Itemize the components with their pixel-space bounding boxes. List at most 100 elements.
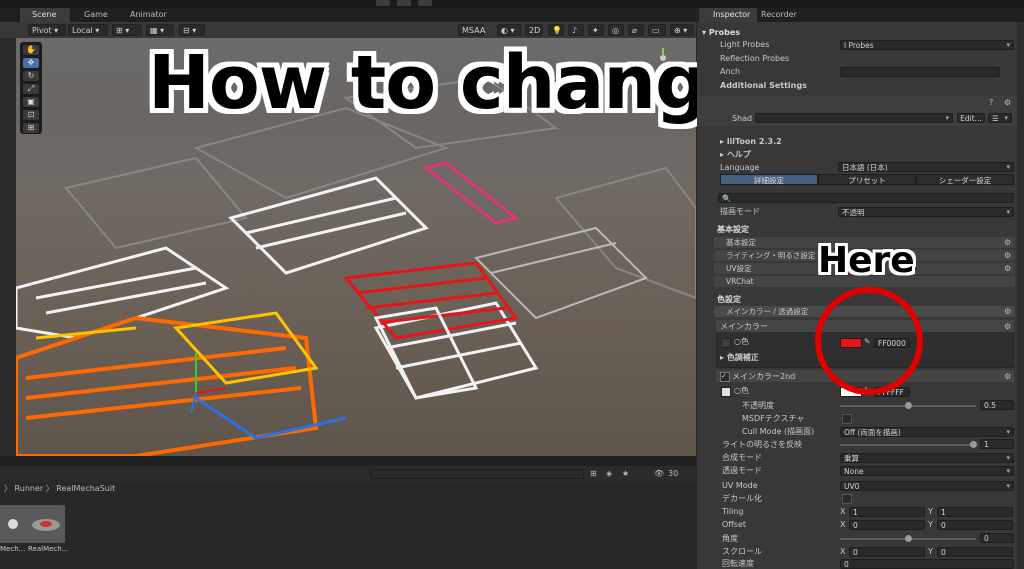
liltoon-version: ▸ lilToon 2.3.2 [720,137,782,146]
edit-shader-button[interactable]: Edit... [957,113,985,123]
section-settings-icon[interactable]: ⚙ [1004,251,1011,260]
local-dropdown[interactable]: Local ▾ [68,24,108,36]
pivot-dropdown[interactable]: Pivot ▾ [28,24,66,36]
render-mode-dropdown[interactable]: 不透明 [838,207,1014,217]
tab-advanced-settings[interactable]: 詳細設定 [720,174,818,185]
filter-icon[interactable]: ⊞ [590,469,597,478]
offset-x-label: X [840,520,846,529]
scroll-y-label: Y [928,547,933,556]
probes-header[interactable]: ▾ Probes [702,27,740,38]
scroll-label: スクロール [722,547,762,556]
help-foldout[interactable]: ▸ ヘルプ [720,149,751,160]
rect-tool-icon[interactable]: ▣ [23,97,39,107]
offset-y-input[interactable]: 0 [937,520,1013,530]
cull-mode-label: Cull Mode (描画面) [742,427,815,436]
favorite-icon[interactable]: ★ [622,469,629,478]
grid-snap-button[interactable]: ⊞ ▾ [112,24,142,36]
tab-shader-settings[interactable]: シェーダー設定 [916,174,1014,185]
language-label: Language [720,163,760,172]
light-invert-value[interactable]: 1 [980,439,1014,449]
step-button[interactable] [418,0,432,6]
tiling-x-input[interactable]: 1 [849,507,925,517]
texture-slot[interactable] [721,387,731,397]
language-dropdown[interactable]: 日本語 (日本) [838,162,1014,172]
offset-x-input[interactable]: 0 [849,520,925,530]
asset-count: 30 [668,469,679,478]
main-color-group-label: メインカラー [720,322,768,331]
lighting-icon[interactable]: 💡 [548,24,564,36]
tab-recorder[interactable]: Recorder [761,8,811,22]
label-filter-icon[interactable]: ◈ [606,469,612,478]
tiling-y-input[interactable]: 1 [937,507,1013,517]
angle-slider-handle[interactable] [905,535,912,542]
tab-animator[interactable]: Animator [118,8,178,22]
snap-settings-button[interactable]: ⊟ ▾ [179,24,205,36]
light-probes-label: Light Probes [720,40,770,49]
uv-mode-dropdown[interactable]: UV0 [840,481,1014,491]
light-invert-slider-handle[interactable] [970,441,977,448]
blend-mode-dropdown[interactable]: 乗算 [840,453,1014,463]
increment-snap-button[interactable]: ▦ ▾ [146,24,174,36]
tab-scene[interactable]: Scene [20,8,70,22]
scroll-y-input[interactable]: 0 [937,547,1013,557]
hierarchy-edge [0,38,16,456]
msdf-checkbox[interactable] [842,414,852,424]
visibility-icon[interactable]: ⌀ [628,24,644,36]
asset-thumbnail[interactable] [0,505,30,543]
angle-value[interactable]: 0 [980,533,1014,543]
settings-icon[interactable]: ⚙ [1004,98,1011,107]
custom-tool-icon[interactable]: ⊞ [23,123,39,133]
msaa-button[interactable]: MSAA [458,24,485,36]
scale-tool-icon[interactable]: ⤢ [23,84,39,94]
rotate-tool-icon[interactable]: ↻ [23,71,39,81]
color-settings-header: 色設定 [717,295,741,304]
play-button[interactable] [376,0,390,6]
mode-2d-button[interactable]: 2D [525,24,543,36]
color-correction-foldout[interactable]: ▸ 色調補正 [720,352,759,363]
property-search-input[interactable]: 🔍 [718,193,1014,203]
pause-button[interactable] [397,0,411,6]
breadcrumb-runner[interactable]: Runner [15,484,44,493]
effects-icon[interactable]: ✦ [588,24,604,36]
additional-settings-header[interactable]: Additional Settings [720,80,807,91]
tab-presets[interactable]: プリセット [818,174,916,185]
asset-thumbnail[interactable] [27,505,65,543]
audio-icon[interactable]: ♪ [568,24,584,36]
breadcrumb-current[interactable]: RealMechaSuit [56,484,115,493]
hand-tool-icon[interactable]: ✋ [23,45,39,55]
project-search-input[interactable] [370,469,584,479]
texture-slot[interactable] [721,338,731,348]
section-settings-icon[interactable]: ⚙ [1004,238,1011,247]
move-tool-icon[interactable]: ✥ [23,58,39,68]
rotation-speed-input[interactable]: 0 [840,559,1014,569]
basic-settings-header: 基本設定 [717,225,749,234]
light-invert-slider[interactable] [840,444,976,446]
opacity-value[interactable]: 0.5 [980,400,1014,410]
group-settings-icon[interactable]: ⚙ [1004,322,1011,331]
transform-tool-icon[interactable]: ⊡ [23,110,39,120]
hidden-objects-icon[interactable]: ◎ [608,24,624,36]
main-color-2nd-checkbox[interactable]: ✓ [720,372,730,382]
shading-mode-button[interactable]: ◐ ▾ [497,24,521,36]
camera-icon[interactable]: ▭ [648,24,666,36]
reflection-probes-label: Reflection Probes [720,54,790,63]
main-color-2nd-label: メインカラー2nd [732,372,796,381]
anchor-override-field[interactable] [840,67,1000,77]
visibility-toggle-icon[interactable]: 👁 [654,469,664,478]
gizmos-icon[interactable]: ⊕ ▾ [670,24,694,36]
help-icon[interactable]: ? [989,98,993,107]
shader-dropdown[interactable] [755,113,953,123]
cull-mode-dropdown[interactable]: Off (両面を描画) [840,427,1014,437]
transparency-mode-dropdown[interactable]: None [840,466,1014,476]
group-settings-icon[interactable]: ⚙ [1004,372,1011,381]
section-settings-icon[interactable]: ⚙ [1004,307,1011,316]
inspector-scrollbar[interactable] [1017,22,1024,569]
section-settings-icon[interactable]: ⚙ [1004,264,1011,273]
light-probes-dropdown[interactable]: l Probes [840,40,1014,50]
opacity-slider-handle[interactable] [905,402,912,409]
scroll-x-input[interactable]: 0 [849,547,925,557]
decal-checkbox[interactable] [842,494,852,504]
tab-game[interactable]: Game [72,8,112,22]
shader-menu-button[interactable]: ☰ [988,113,1012,123]
tab-inspector[interactable]: Inspector [699,8,757,22]
